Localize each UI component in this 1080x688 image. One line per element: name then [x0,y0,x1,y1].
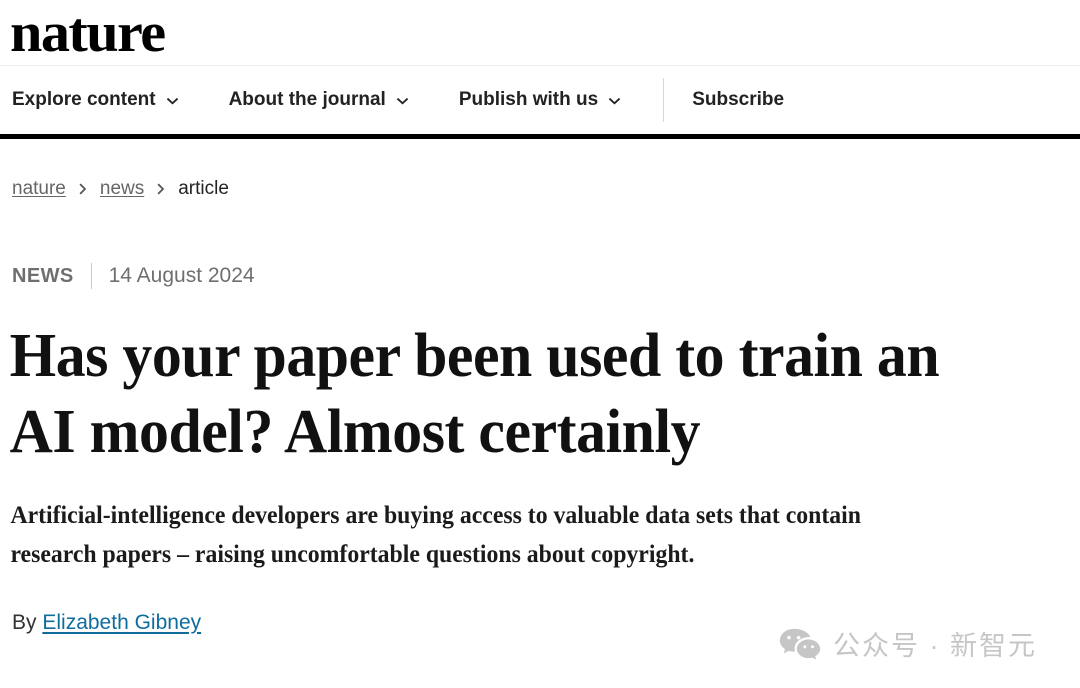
standfirst-line-2: research papers – raising uncomfortable … [10,541,695,568]
nav-item-label: Publish with us [458,89,599,110]
breadcrumb-item-news[interactable]: news [100,178,144,200]
byline-prefix: By [12,611,37,634]
article-byline: By Elizabeth Gibney [0,574,1080,635]
nav-item-about-the-journal[interactable]: About the journal [229,89,409,111]
standfirst-line-1: Artificial-intelligence developers are b… [10,502,861,529]
nature-wordmark[interactable]: nature [10,5,166,61]
article-meta: NEWS 14 August 2024 [0,200,1080,289]
breadcrumb-item-article: article [178,178,229,199]
nav-item-explore-content[interactable]: Explore content [12,89,179,111]
article-headline: Has your paper been used to train an AI … [0,318,1042,470]
chevron-down-icon [608,95,621,108]
nav-item-publish-with-us[interactable]: Publish with us [459,89,621,111]
primary-navigation: Explore content About the journal Publis… [0,66,1080,134]
masthead: nature [0,0,1080,66]
article-standfirst: Artificial-intelligence developers are b… [0,496,1026,574]
nav-item-label: About the journal [228,89,386,110]
headline-line-1: Has your paper been used to train an [9,322,940,390]
headline-line-2: AI model? Almost certainly [9,398,701,466]
breadcrumb: nature news article [0,139,1080,200]
byline-author-link[interactable]: Elizabeth Gibney [42,611,201,634]
meta-divider [90,263,92,289]
chevron-right-icon [77,183,89,195]
nav-item-subscribe[interactable]: Subscribe [663,78,784,122]
chevron-down-icon [396,95,409,108]
nav-item-label: Explore content [12,89,156,110]
breadcrumb-item-nature[interactable]: nature [12,178,66,200]
nav-item-label: Subscribe [692,89,785,110]
chevron-down-icon [166,95,179,108]
chevron-right-icon [155,183,167,195]
article-kicker: NEWS [12,264,74,287]
publication-date: 14 August 2024 [108,264,255,287]
